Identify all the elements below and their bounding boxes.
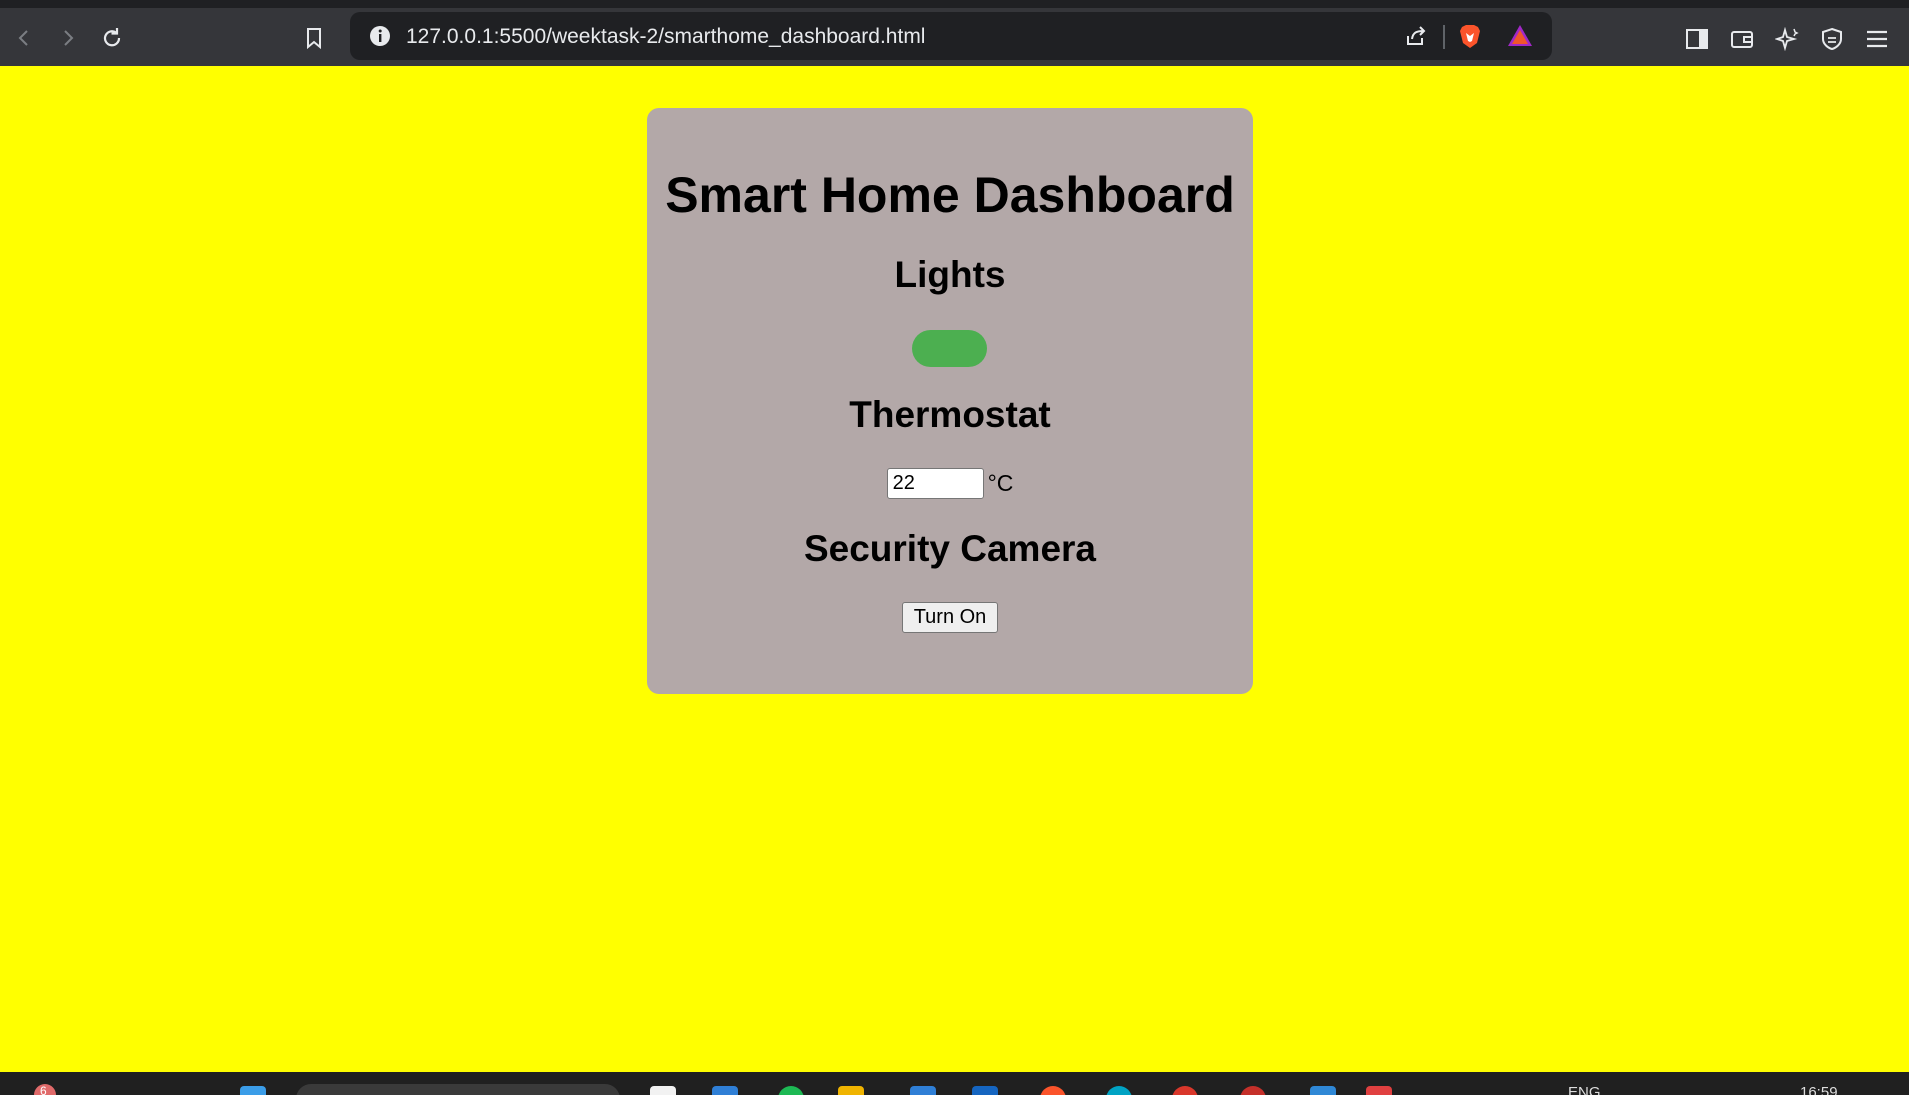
hamburger-menu-icon: [1867, 30, 1887, 48]
wallet-icon: [1731, 31, 1753, 48]
back-arrow-icon: [18, 30, 28, 46]
menu-button[interactable]: [1862, 24, 1892, 54]
notification-count: 6: [40, 1084, 47, 1095]
shield-icon: [1822, 27, 1842, 51]
lights-heading: Lights: [894, 254, 1006, 295]
language-indicator[interactable]: ENG: [1568, 1084, 1601, 1095]
thermostat-input[interactable]: [886, 468, 984, 499]
vpn-button[interactable]: [1817, 24, 1847, 54]
lights-toggle[interactable]: [912, 330, 987, 367]
site-info-icon[interactable]: [368, 24, 392, 48]
dashboard-card: Smart Home Dashboard Lights Thermostat °…: [647, 108, 1253, 694]
brave-shields-button[interactable]: [1456, 22, 1484, 50]
reload-button[interactable]: [96, 22, 128, 54]
edge-icon[interactable]: [712, 1086, 738, 1095]
file-explorer-icon[interactable]: [838, 1086, 864, 1095]
browser-toolbar: 127.0.0.1:5500/weektask-2/smarthome_dash…: [0, 0, 1909, 66]
brave-taskbar-icon[interactable]: [1040, 1086, 1066, 1095]
brave-rewards-button[interactable]: [1506, 22, 1534, 50]
vscode-icon[interactable]: [1310, 1086, 1336, 1095]
app-icon-cyan[interactable]: [1106, 1086, 1132, 1095]
taskbar: 6 ENG 16:59: [0, 1072, 1909, 1095]
share-icon: [1407, 26, 1426, 45]
forward-arrow-icon: [64, 30, 74, 46]
thermostat-heading: Thermostat: [849, 394, 1051, 435]
brave-lion-icon: [1460, 25, 1480, 48]
app-icon-red-2[interactable]: [1240, 1086, 1266, 1095]
clock-time[interactable]: 16:59: [1800, 1084, 1838, 1095]
sidebar-icon: [1686, 29, 1708, 49]
sparkle-icon: [1775, 27, 1799, 51]
store-icon[interactable]: [910, 1086, 936, 1095]
app-icon-red[interactable]: [1172, 1086, 1198, 1095]
spotify-icon[interactable]: [778, 1086, 804, 1095]
notification-badge[interactable]: 6: [34, 1084, 56, 1095]
address-bar[interactable]: 127.0.0.1:5500/weektask-2/smarthome_dash…: [350, 12, 1552, 60]
address-divider: [1443, 25, 1445, 49]
camera-turn-on-button[interactable]: Turn On: [902, 602, 998, 633]
sidebar-toggle-button[interactable]: [1682, 24, 1712, 54]
bookmark-button[interactable]: [298, 22, 330, 54]
wallet-button[interactable]: [1727, 24, 1757, 54]
forward-button[interactable]: [52, 22, 84, 54]
back-button[interactable]: [8, 22, 40, 54]
reload-icon: [103, 28, 121, 47]
share-button[interactable]: [1402, 22, 1430, 50]
outlook-icon[interactable]: [972, 1086, 998, 1095]
taskbar-search[interactable]: [296, 1084, 620, 1095]
thermostat-control: °C: [647, 468, 1253, 499]
dashboard-title: Smart Home Dashboard: [665, 167, 1235, 223]
thermostat-unit: °C: [987, 470, 1014, 496]
start-windows-icon[interactable]: [240, 1086, 266, 1095]
app-icon-grid[interactable]: [1366, 1086, 1392, 1095]
url-text[interactable]: 127.0.0.1:5500/weektask-2/smarthome_dash…: [406, 25, 925, 49]
bookmark-icon: [307, 28, 321, 49]
rewards-triangle-icon: [1508, 25, 1532, 46]
security-camera-heading: Security Camera: [803, 528, 1097, 569]
leo-ai-button[interactable]: [1772, 24, 1802, 54]
task-view-icon[interactable]: [650, 1086, 676, 1095]
